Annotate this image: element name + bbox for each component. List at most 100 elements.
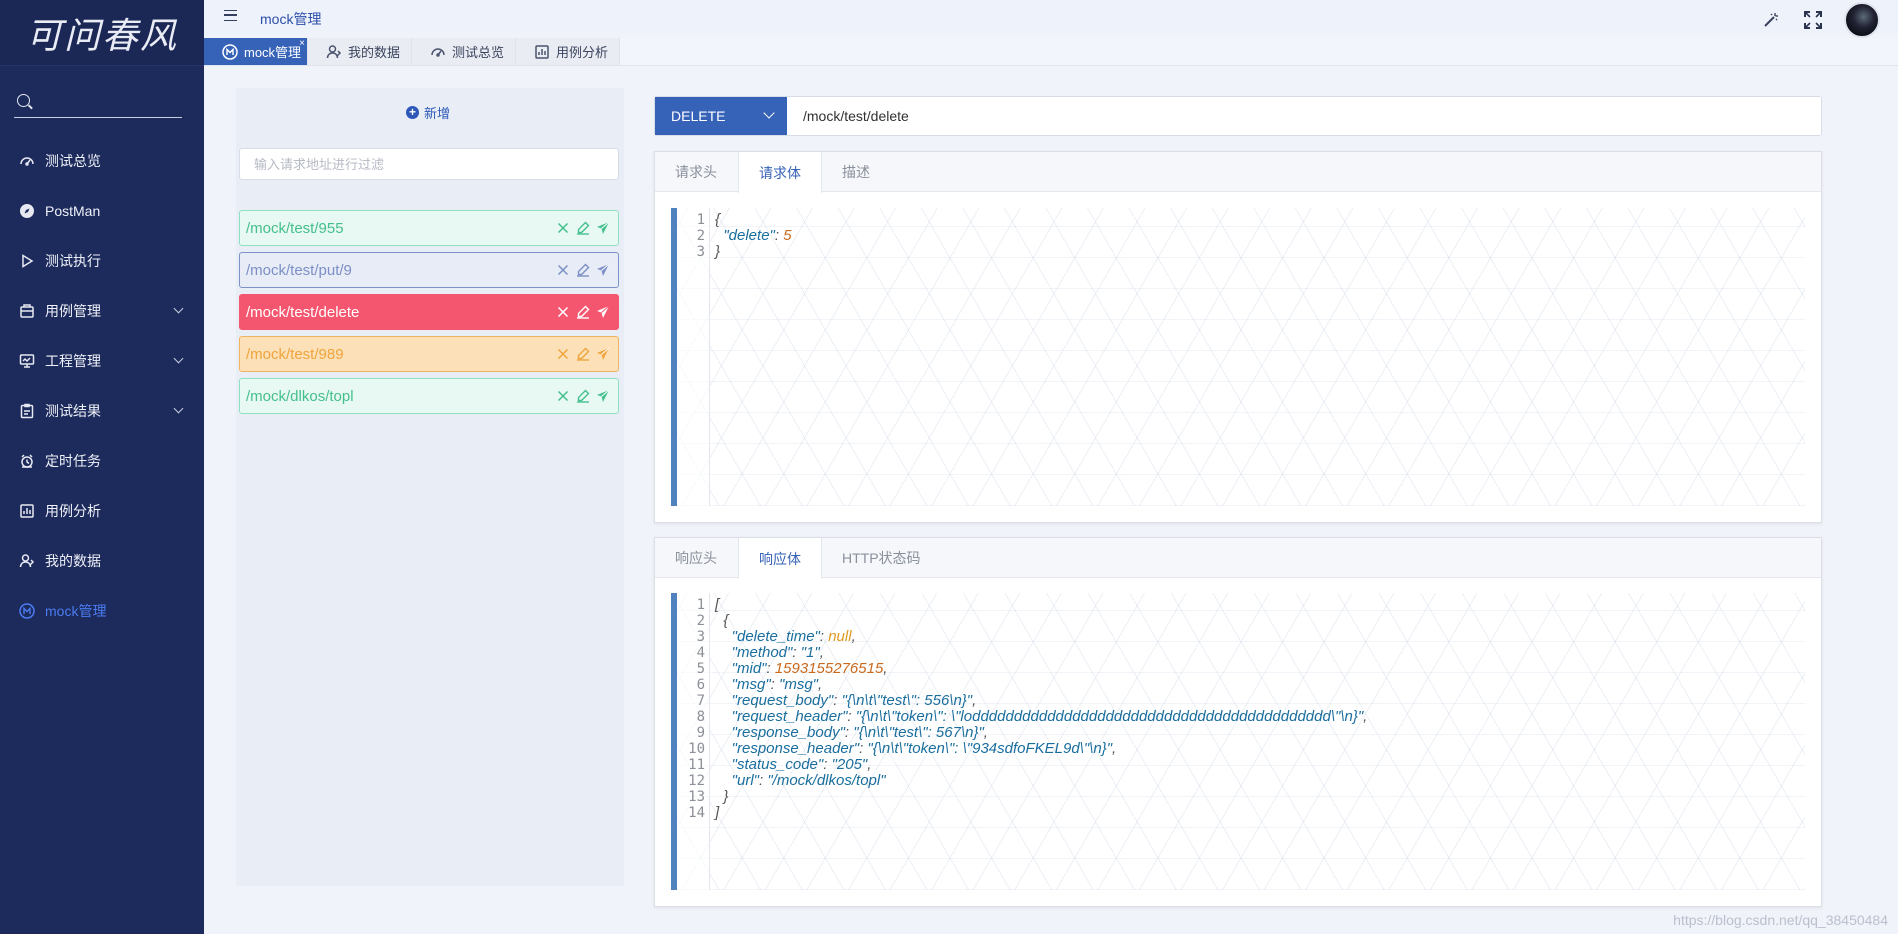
code-text: { (715, 612, 729, 629)
send-icon[interactable] (596, 346, 610, 362)
chart-icon (18, 503, 35, 520)
sidebar-item-0[interactable]: 测试总览 (0, 136, 204, 186)
line-number: 8 (696, 709, 705, 725)
mock-list-panel: + 新增 /mock/test/955/mock/test/put/9/mock… (236, 88, 624, 886)
code-line: 1[ (677, 596, 1367, 614)
chevron-down-icon (173, 303, 184, 314)
page-tab-label: 测试总览 (452, 45, 505, 60)
send-icon[interactable] (596, 304, 610, 320)
code-line: 9 "response_body": "{\n\t\"test\": 567\n… (677, 725, 1367, 742)
sidebar-item-label: PostMan (45, 203, 101, 219)
code-text: "url": "/mock/dlkos/topl" (731, 772, 886, 789)
page-tab-1[interactable]: 我的数据 (308, 38, 412, 65)
line-number: 13 (688, 789, 705, 805)
mock-item[interactable]: /mock/test/delete (239, 294, 619, 330)
page-tab-3[interactable]: 用例分析 (516, 38, 620, 65)
mock-item[interactable]: /mock/test/put/9 (239, 252, 619, 288)
code-line: 10 "response_header": "{\n\t\"token\": \… (677, 741, 1367, 758)
code-line: 12 "url": "/mock/dlkos/topl" (677, 772, 1367, 790)
code-text: "request_header": "{\n\t\"token\": \"lod… (731, 708, 1368, 725)
method-select[interactable]: DELETE (655, 97, 787, 135)
code-text: "delete": 5 (723, 227, 792, 244)
send-icon[interactable] (596, 388, 610, 404)
menu-search[interactable] (14, 88, 182, 118)
code-line: 2 "delete": 5 (677, 227, 792, 245)
line-number: 2 (696, 228, 705, 244)
logo-text: 可问春风 (25, 15, 178, 57)
line-number: 10 (688, 741, 705, 757)
response-tabs: 响应头 响应体 HTTP状态码 (655, 538, 1821, 579)
folder-icon (18, 303, 35, 320)
code-text: { (715, 211, 721, 228)
page-tab-label: 用例分析 (556, 45, 609, 60)
sidebar-item-2[interactable]: 测试执行 (0, 236, 204, 286)
url-filter-input[interactable] (239, 148, 619, 180)
request-tab-1[interactable]: 请求体 (738, 152, 822, 193)
sidebar-item-9[interactable]: mock管理 (0, 586, 204, 636)
search-icon[interactable] (17, 94, 30, 107)
breadcrumb[interactable]: mock管理 (260, 9, 321, 29)
plus-circle-icon: + (406, 106, 419, 119)
line-number: 4 (696, 645, 705, 661)
response-tab-1[interactable]: 响应体 (738, 538, 822, 579)
response-tab-2[interactable]: HTTP状态码 (822, 538, 942, 578)
code-line: 1{ (677, 211, 792, 229)
edit-icon[interactable] (576, 304, 590, 320)
top-bar: mock管理 (204, 0, 1898, 38)
brand-logo[interactable]: 可问春风 (0, 0, 204, 66)
top-actions (1760, 2, 1880, 38)
mock-item[interactable]: /mock/dlkos/topl (239, 378, 619, 414)
delete-icon[interactable] (556, 262, 570, 278)
send-icon[interactable] (596, 220, 610, 236)
send-icon[interactable] (596, 262, 610, 278)
m-circle-icon (18, 603, 35, 620)
theme-wand-icon[interactable] (1760, 9, 1782, 31)
code-text: "status_code": "205", (731, 756, 872, 773)
m-circle-icon (222, 43, 238, 60)
user-avatar[interactable] (1844, 2, 1880, 38)
mock-item-url: /mock/test/955 (246, 219, 344, 237)
edit-icon[interactable] (576, 262, 590, 278)
request-tab-2[interactable]: 描述 (822, 152, 891, 192)
sidebar-item-6[interactable]: 定时任务 (0, 436, 204, 486)
sidebar-item-8[interactable]: 我的数据 (0, 536, 204, 586)
sidebar-item-3[interactable]: 用例管理 (0, 286, 204, 336)
response-body-editor[interactable]: 1[2 {3 "delete_time": null, 4 "method": "… (671, 593, 1805, 890)
mock-item-url: /mock/test/delete (246, 303, 360, 321)
delete-icon[interactable] (556, 304, 570, 320)
fullscreen-icon[interactable] (1802, 9, 1824, 31)
add-mock-button[interactable]: + 新增 (406, 103, 450, 122)
edit-icon[interactable] (576, 346, 590, 362)
close-icon[interactable]: × (299, 39, 305, 49)
response-tab-0[interactable]: 响应头 (655, 538, 738, 578)
delete-icon[interactable] (556, 220, 570, 236)
edit-icon[interactable] (576, 388, 590, 404)
sidebar-item-label: 测试结果 (45, 403, 101, 419)
sidebar-item-5[interactable]: 测试结果 (0, 386, 204, 436)
mock-item[interactable]: /mock/test/955 (239, 210, 619, 246)
monitor-icon (18, 353, 35, 370)
page-tab-2[interactable]: 测试总览 (412, 38, 516, 65)
line-number: 3 (696, 244, 705, 260)
sidebar-item-4[interactable]: 工程管理 (0, 336, 204, 386)
request-body-code: 1{2 "delete": 5 3} (677, 211, 792, 261)
line-number: 6 (696, 677, 705, 693)
delete-icon[interactable] (556, 388, 570, 404)
sidebar-item-label: 我的数据 (45, 553, 101, 569)
edit-icon[interactable] (576, 220, 590, 236)
alarm-icon (18, 453, 35, 470)
menu-toggle-icon[interactable] (224, 10, 237, 21)
code-text: [ (715, 596, 720, 613)
sidebar-item-1[interactable]: PostMan (0, 186, 204, 236)
request-body-editor[interactable]: 1{2 "delete": 5 3} (671, 208, 1805, 506)
sidebar-item-7[interactable]: 用例分析 (0, 486, 204, 536)
url-input[interactable] (787, 97, 1821, 135)
code-line: 7 "request_body": "{\n\t\"test\": 556\n}… (677, 693, 1367, 710)
page-tab-0[interactable]: mock管理 × (204, 38, 308, 65)
mock-item[interactable]: /mock/test/989 (239, 336, 619, 372)
line-number: 14 (688, 805, 705, 821)
line-number: 1 (696, 212, 705, 228)
delete-icon[interactable] (556, 346, 570, 362)
request-tab-0[interactable]: 请求头 (655, 152, 738, 192)
code-line: 11 "status_code": "205", (677, 756, 1367, 774)
